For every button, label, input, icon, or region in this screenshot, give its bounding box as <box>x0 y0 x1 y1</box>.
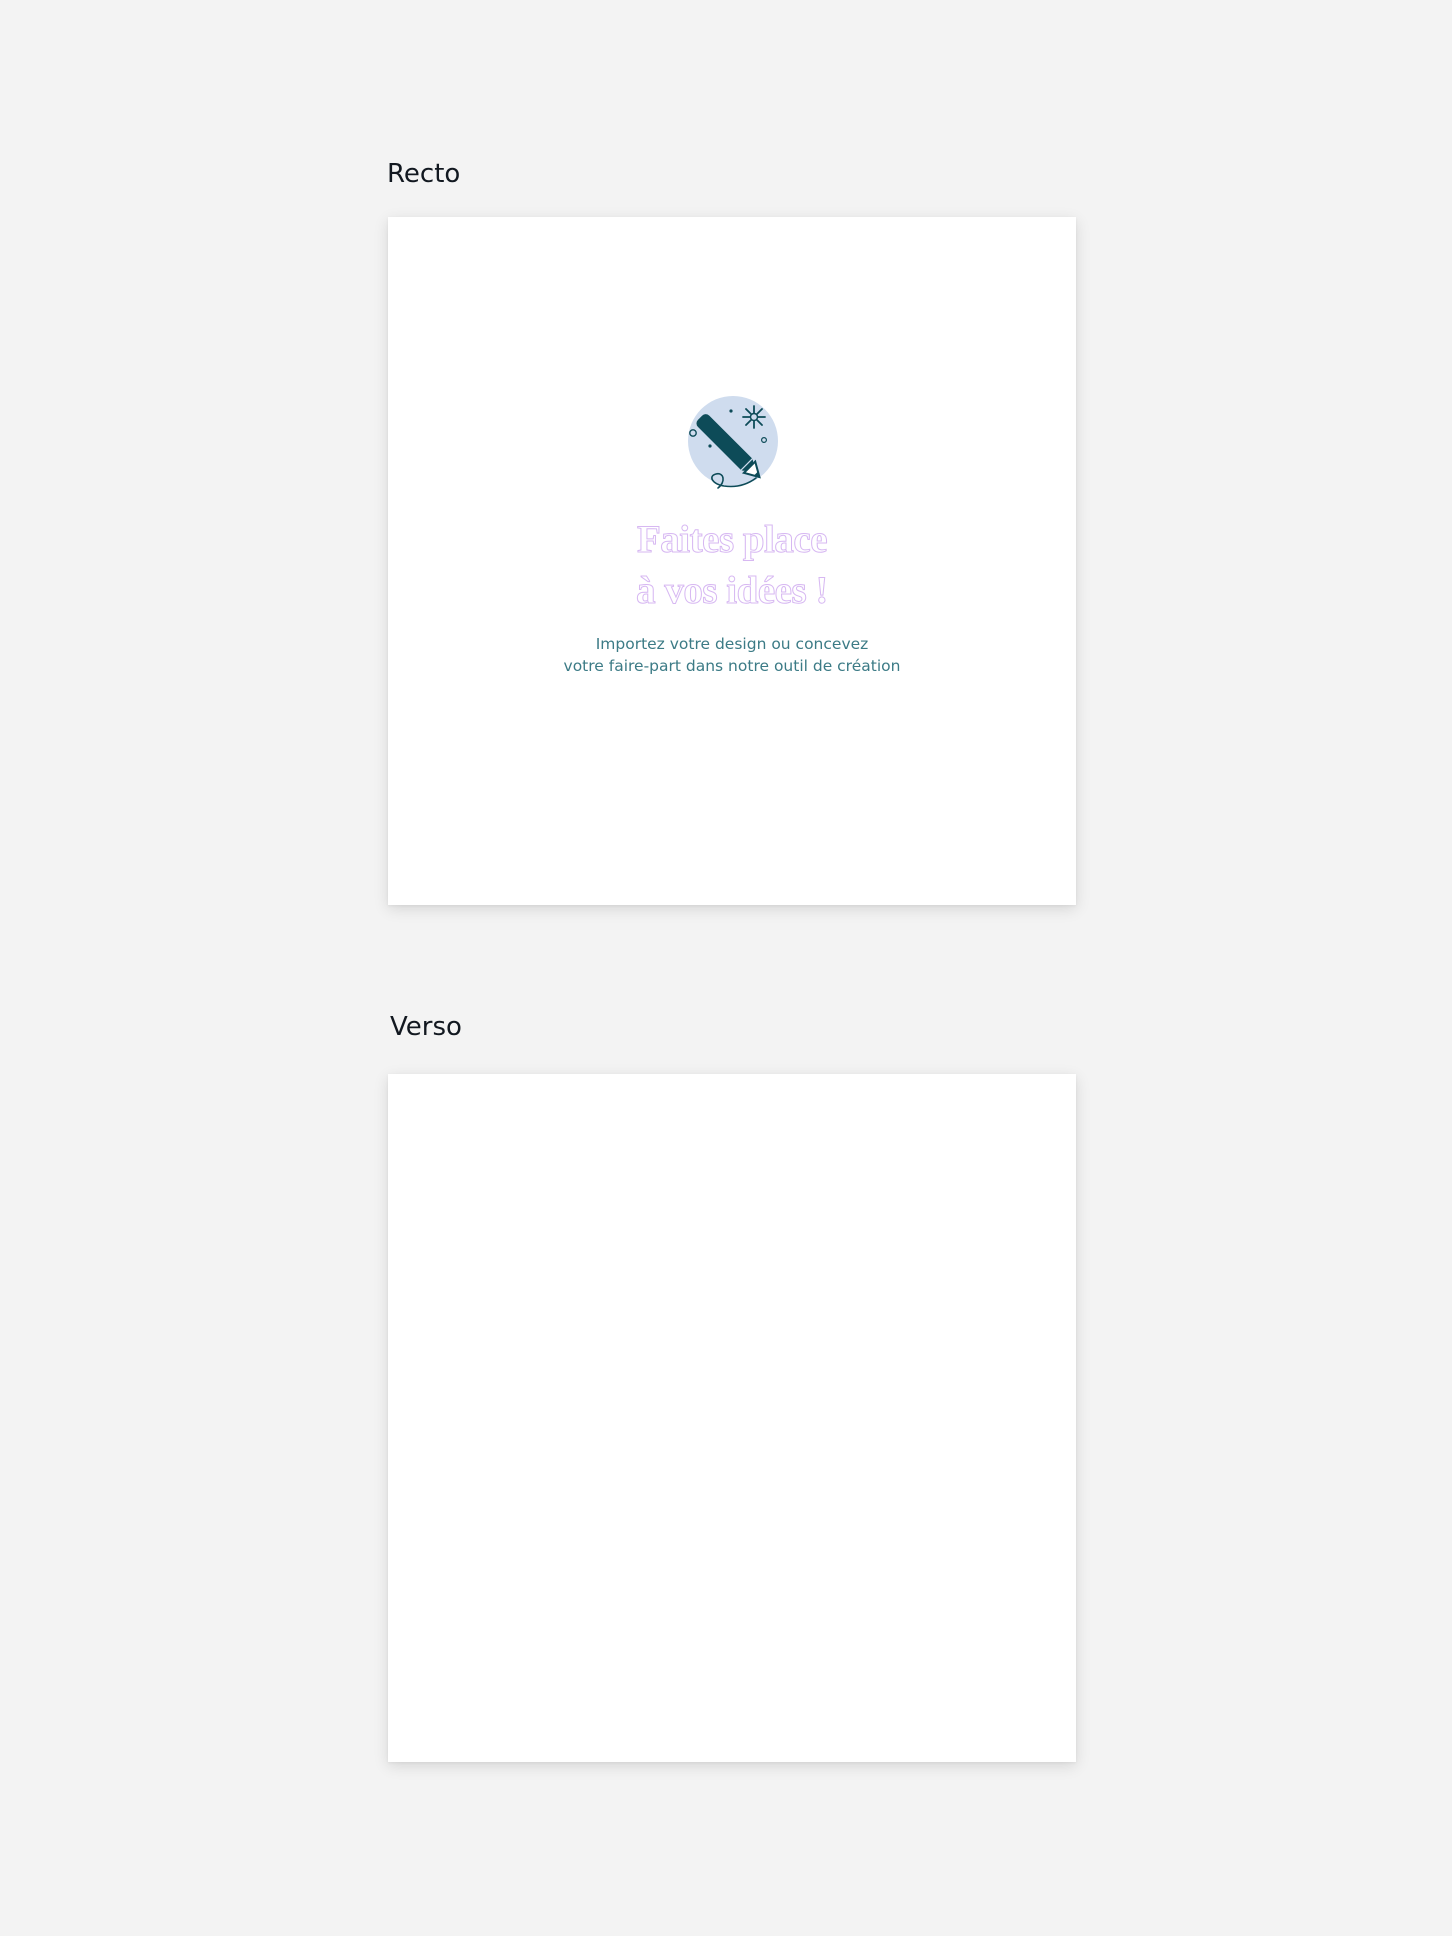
empty-state-headline: Faites place à vos idées ! <box>388 514 1076 616</box>
description-line-1: Importez votre design ou concevez <box>595 635 869 653</box>
verso-label: Verso <box>390 1012 462 1042</box>
pencil-icon <box>684 396 784 496</box>
recto-label: Recto <box>387 159 461 189</box>
empty-state-description: Importez votre design ou concevez votre … <box>388 633 1076 677</box>
recto-empty-state[interactable]: Faites place à vos idées ! Importez votr… <box>388 217 1076 905</box>
recto-card[interactable]: Faites place à vos idées ! Importez votr… <box>388 217 1076 905</box>
headline-line-1: Faites place <box>636 518 828 562</box>
headline-line-2: à vos idées ! <box>636 569 829 613</box>
description-line-2: votre faire-part dans notre outil de cré… <box>563 657 901 675</box>
verso-card[interactable] <box>388 1074 1076 1762</box>
